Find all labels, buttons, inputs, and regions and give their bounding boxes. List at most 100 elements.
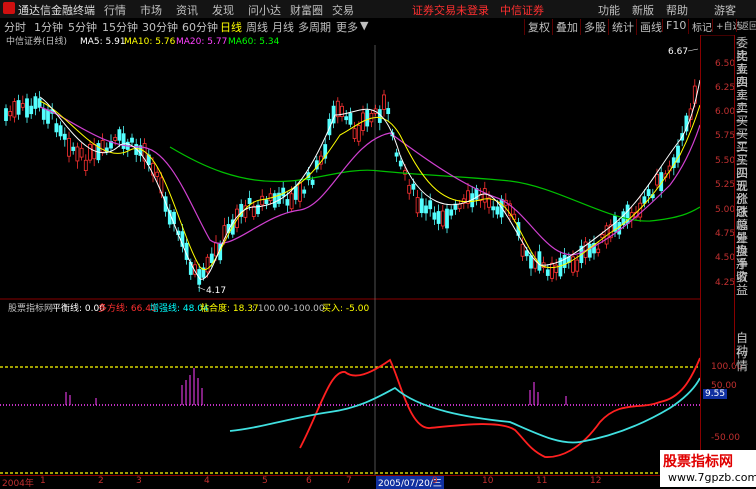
candle-body: [398, 160, 403, 167]
candle-body: [436, 211, 441, 224]
candle-body: [298, 182, 302, 202]
candle-body: [75, 146, 80, 162]
menu-bangzhu[interactable]: 帮助: [666, 2, 688, 18]
tool-huaxian[interactable]: 画线: [636, 19, 662, 35]
candle-body: [247, 197, 252, 205]
high-marker: 6.67: [668, 47, 688, 57]
x-tick: 7: [346, 476, 352, 486]
ma20-label: MA20: 5.77: [176, 37, 227, 47]
candle-body: [293, 186, 298, 200]
menu-wenxiaoda[interactable]: 问小达: [248, 2, 281, 18]
candle-body: [33, 96, 38, 109]
candle-body: [428, 200, 433, 210]
menu-jiaoyi[interactable]: 交易: [332, 2, 354, 18]
candle-body: [281, 187, 286, 197]
x-tick: 10: [482, 476, 494, 486]
x-axis: 2004年 1 2 3 4 5 6 7 2005/07/20/三 9 10 11…: [0, 475, 700, 489]
period-fenshi[interactable]: 分时: [4, 19, 26, 35]
x-tick: 12: [590, 476, 602, 486]
y-tick: -50.00: [711, 433, 741, 443]
x-tick: 3: [136, 476, 142, 486]
x-tick: 11: [536, 476, 548, 486]
lower-bound-label: : -100.00: [284, 304, 325, 314]
y-tick: 6.00: [715, 107, 736, 117]
candle-body: [407, 184, 412, 194]
candle-body: [214, 242, 218, 257]
candle-body: [440, 210, 445, 227]
main-y-axis: 6.50 6.25 6.00 5.75 5.50 5.25 5.00 4.75 …: [700, 35, 735, 300]
candle-body: [310, 179, 315, 185]
period-monthly[interactable]: 月线: [272, 19, 294, 35]
candlestick-chart[interactable]: 中信证券(日线) MA5: 5.91 MA10: 5.76 MA20: 5.77…: [0, 35, 700, 300]
watermark-url: www.7gpzb.com: [668, 471, 756, 484]
period-more[interactable]: 更多: [336, 19, 358, 35]
period-5min[interactable]: 5分钟: [68, 19, 97, 35]
candle-body: [382, 94, 386, 110]
candle-body: [655, 173, 659, 186]
indicator-chart[interactable]: 股票指标网 平衡线: 0.00 多方线: 66.41 增强线: 48.04 粘合…: [0, 300, 700, 475]
x-tick: 2: [98, 476, 104, 486]
candle-body: [419, 198, 424, 214]
candle-body: [424, 205, 428, 214]
candle-body: [130, 137, 134, 143]
candle-body: [4, 108, 8, 121]
candle-body: [352, 128, 357, 139]
period-weekly[interactable]: 周线: [246, 19, 268, 35]
candle-body: [550, 262, 554, 279]
y-tick: 4.50: [715, 253, 736, 263]
y-tick: 6.50: [715, 59, 736, 69]
x-tick: 4: [204, 476, 210, 486]
tool-f10[interactable]: F10: [662, 19, 686, 32]
candle-body: [272, 193, 277, 208]
app-name: 通达信金融终端: [18, 4, 95, 17]
candle-body: [41, 108, 46, 120]
quote-earnings: 收益: [736, 270, 749, 297]
menu-xinban[interactable]: 新版: [632, 2, 654, 18]
tool-biaoji[interactable]: 标记: [688, 19, 712, 34]
period-daily[interactable]: 日线: [220, 19, 242, 35]
bull-label: 多方线: 66.41: [98, 302, 157, 314]
login-notice[interactable]: 证券交易未登录: [412, 2, 489, 18]
chevron-down-icon[interactable]: ▼: [360, 19, 368, 32]
menu-faxian[interactable]: 发现: [212, 2, 234, 18]
tool-diejia[interactable]: 叠加: [552, 19, 578, 35]
candle-body: [340, 105, 344, 117]
indicator-name: 股票指标网: [8, 302, 53, 314]
tool-back[interactable]: 返回: [736, 19, 756, 32]
ma10-label: MA10: 5.76: [124, 37, 176, 47]
candle-body: [432, 212, 437, 220]
menu-caifuquan[interactable]: 财富圈: [290, 2, 323, 18]
candle-body: [449, 209, 454, 216]
candle-body: [155, 171, 160, 177]
x-tick: 9: [432, 476, 438, 486]
candle-body: [457, 203, 462, 210]
menu-hangqing[interactable]: 行情: [104, 2, 126, 18]
menu-shichang[interactable]: 市场: [140, 2, 162, 18]
period-60min[interactable]: 60分钟: [182, 19, 218, 35]
period-1min[interactable]: 1分钟: [34, 19, 63, 35]
x-tick: 5: [262, 476, 268, 486]
candle-body: [575, 259, 580, 272]
candle-body: [58, 125, 63, 137]
period-30min[interactable]: 30分钟: [142, 19, 178, 35]
candle-body: [545, 269, 550, 276]
candle-body: [251, 205, 256, 217]
candle-body: [356, 125, 361, 142]
period-multi[interactable]: 多周期: [298, 19, 331, 35]
candle-body: [495, 206, 500, 215]
tool-duogu[interactable]: 多股: [580, 19, 606, 35]
tool-fuquan[interactable]: 复权: [524, 19, 550, 35]
candle-body: [491, 206, 496, 211]
x-tick: 2004年: [2, 479, 34, 489]
menu-zixun[interactable]: 资讯: [176, 2, 198, 18]
market-tab[interactable]: 行情: [736, 347, 756, 373]
menu-youke[interactable]: 游客: [714, 2, 736, 18]
candle-body: [600, 234, 605, 239]
candle-body: [54, 123, 59, 133]
candle-body: [554, 264, 559, 273]
tool-tongji[interactable]: 统计: [608, 19, 634, 35]
ma60-label: MA60: 5.34: [228, 37, 280, 47]
candle-body: [46, 109, 50, 124]
period-15min[interactable]: 15分钟: [102, 19, 138, 35]
menu-gongneng[interactable]: 功能: [598, 2, 620, 18]
